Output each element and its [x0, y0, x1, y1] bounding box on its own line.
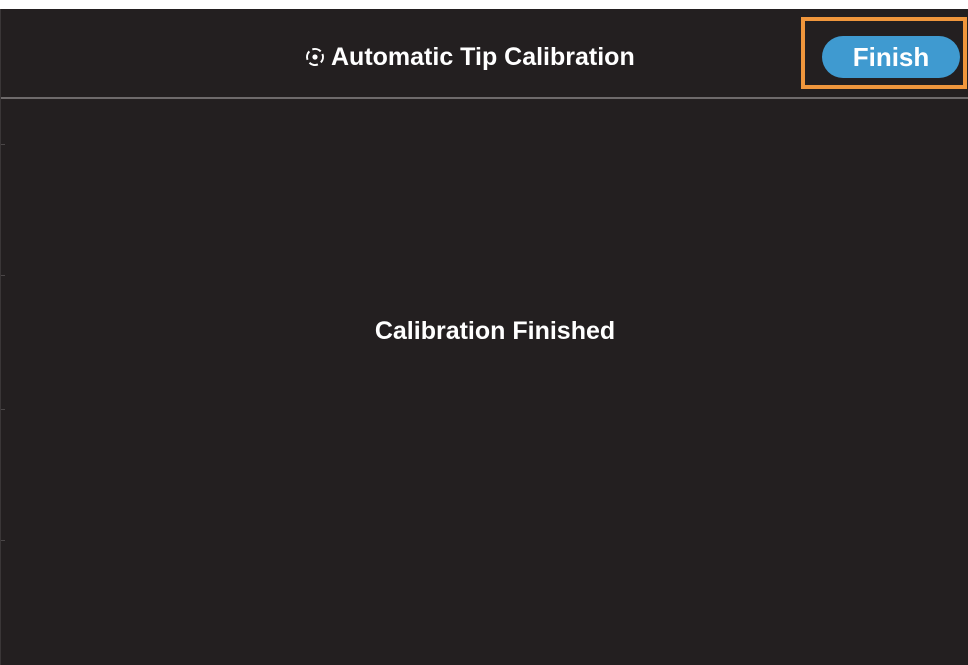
header-bar: Automatic Tip Calibration Finish: [1, 9, 968, 99]
calibration-status-text: Calibration Finished: [374, 317, 616, 345]
page-title-text: Automatic Tip Calibration: [331, 43, 635, 71]
edge-tick: [1, 275, 5, 276]
target-crosshair-icon: [306, 48, 324, 66]
edge-tick: [1, 540, 5, 541]
finish-button[interactable]: Finish: [822, 36, 960, 78]
edge-tick: [1, 144, 5, 145]
calibration-window: Automatic Tip Calibration Finish Calibra…: [0, 9, 968, 665]
page-title: Automatic Tip Calibration: [303, 41, 635, 73]
edge-tick: [1, 409, 5, 410]
